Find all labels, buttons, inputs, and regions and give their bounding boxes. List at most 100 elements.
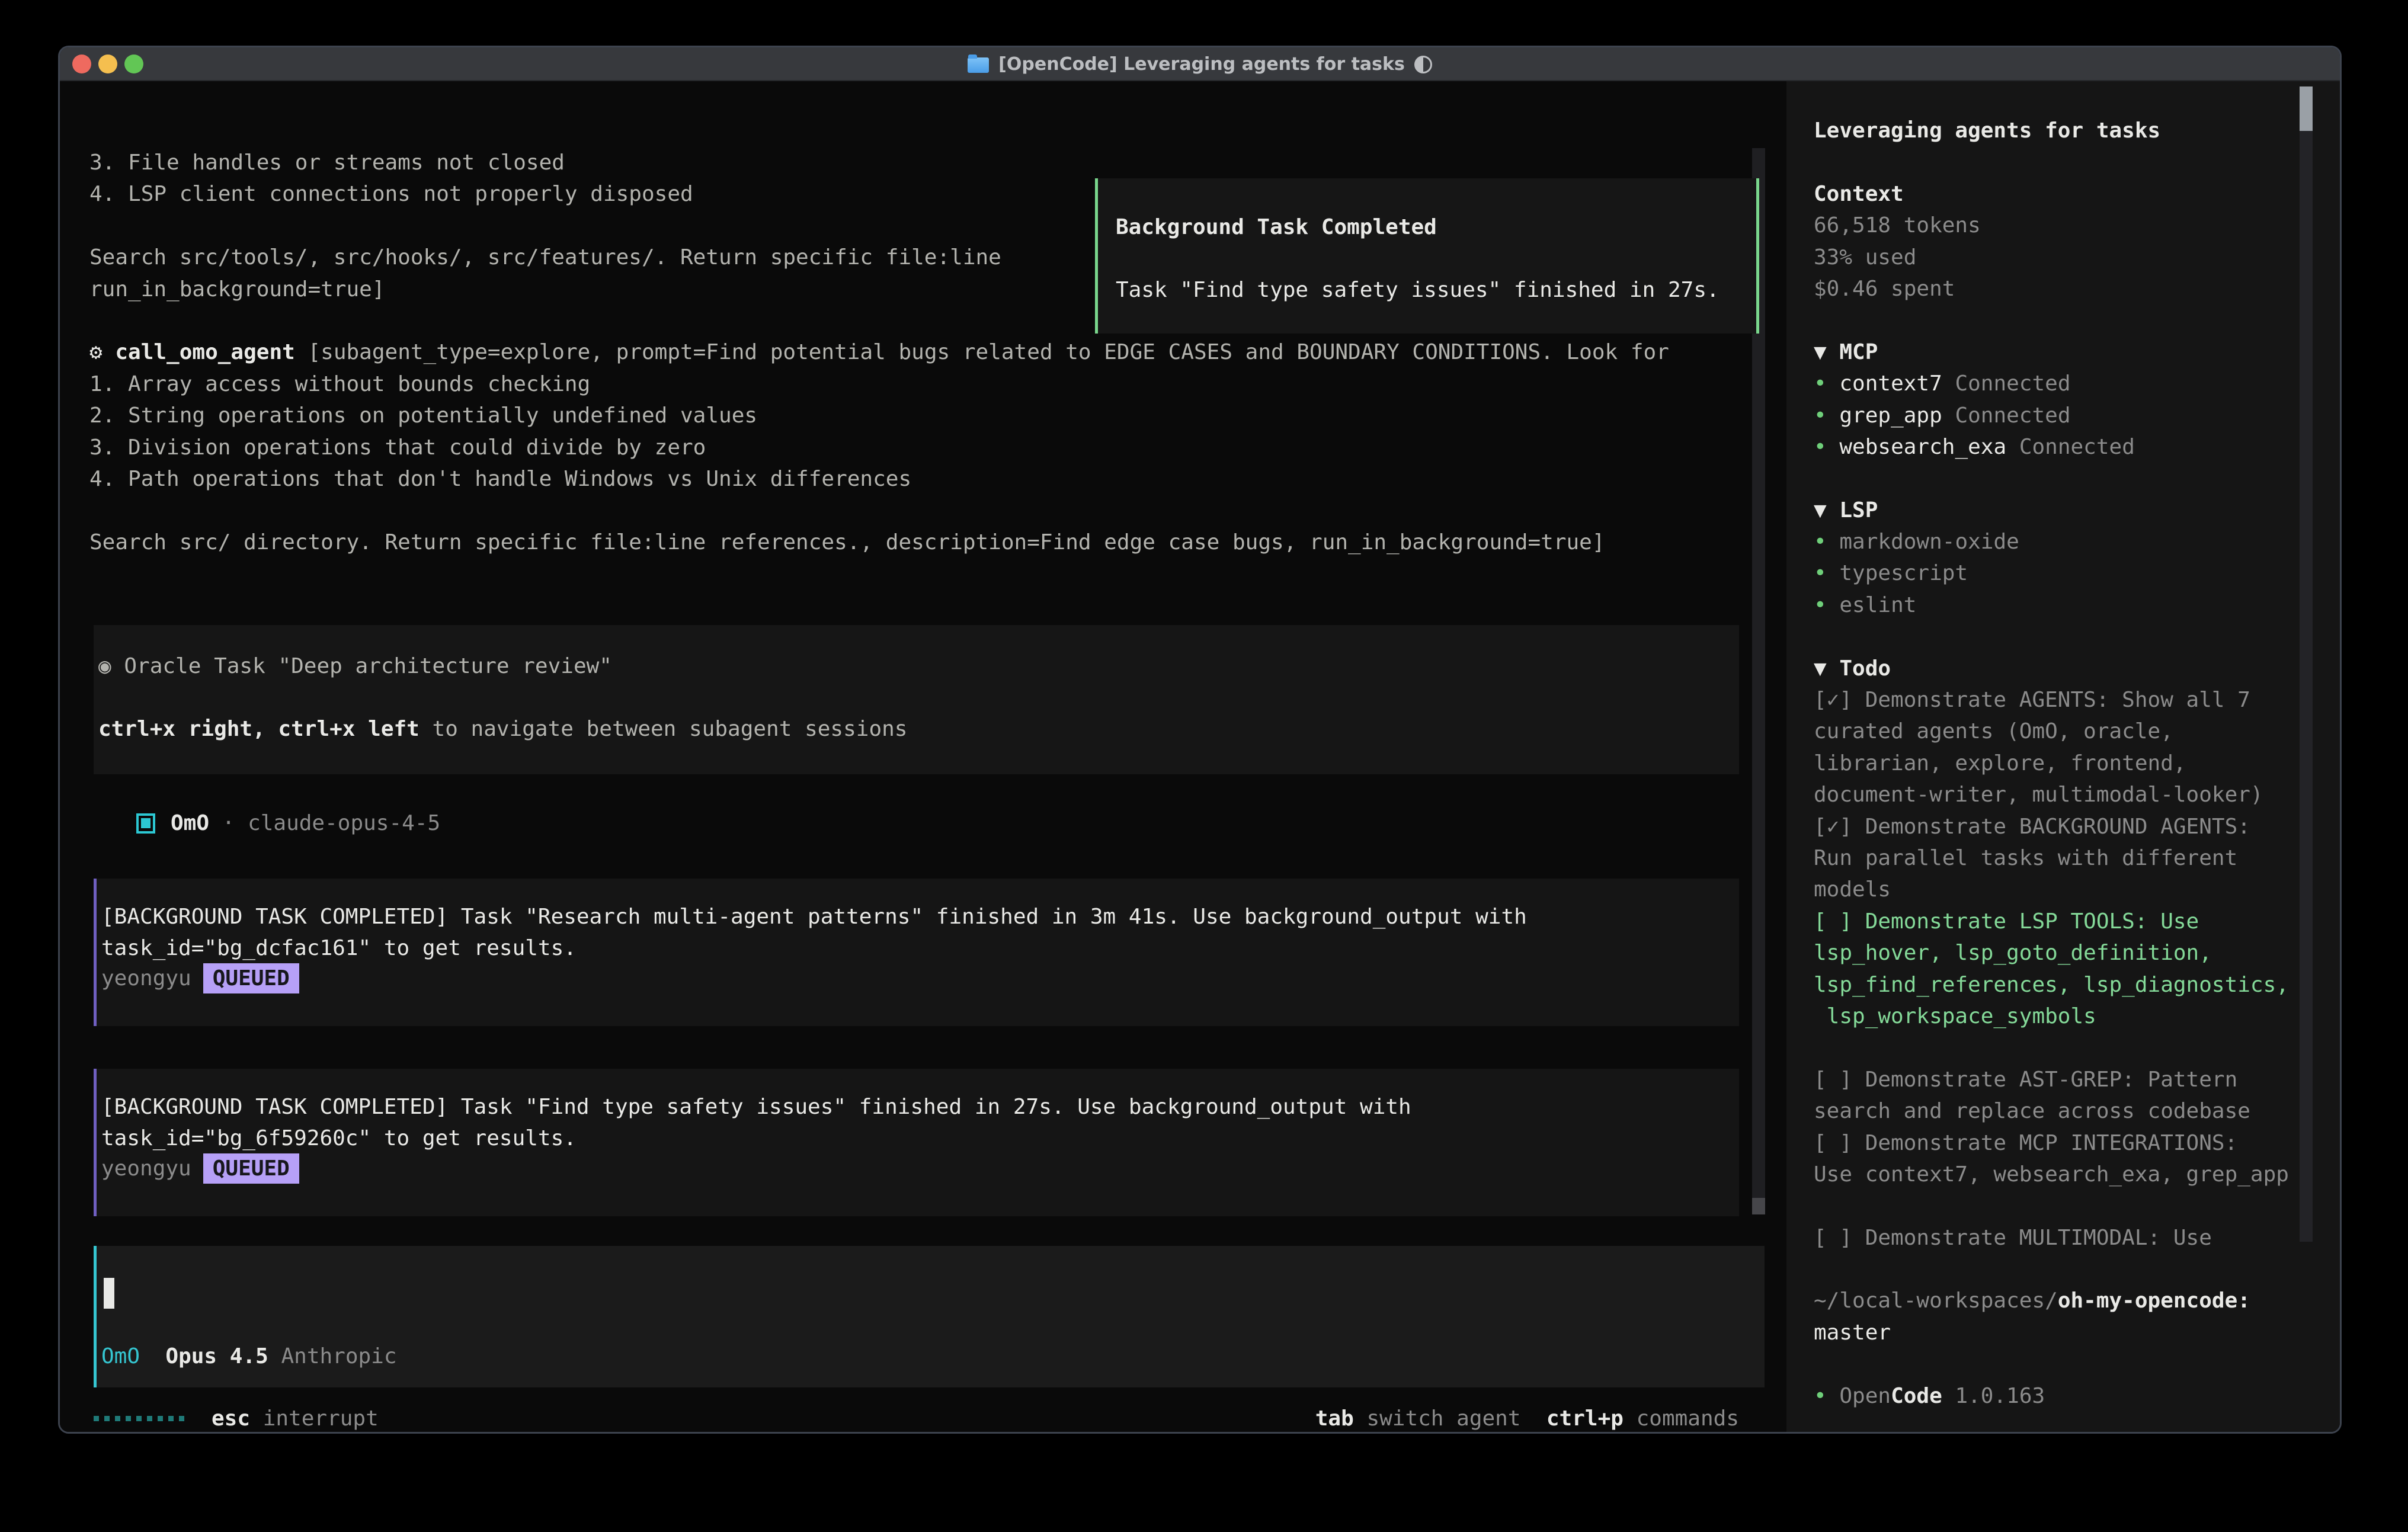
background-task-message: [BACKGROUND TASK COMPLETED] Task "Find t… [94, 1069, 1739, 1216]
sidebar-scrollbar-thumb[interactable] [2300, 86, 2313, 131]
model-selector[interactable]: OmO Opus 4.5 Anthropic [101, 1341, 397, 1372]
mcp-status: Connected [2006, 435, 2135, 459]
mcp-item: • grep_app Connected [1814, 400, 2289, 431]
message-meta: yeongyu QUEUED [101, 1153, 299, 1184]
todo-line: [✓] Demonstrate BACKGROUND AGENTS: [1814, 811, 2289, 842]
blank-line [1814, 463, 2289, 494]
todo-line: [✓] Demonstrate AGENTS: Show all 7 [1814, 684, 2289, 716]
context-heading: Context [1814, 178, 2289, 210]
record-icon: ◉ [98, 654, 111, 678]
todo-line: Run parallel tasks with different [1814, 842, 2289, 874]
oracle-task-box: ◉ Oracle Task "Deep architecture review"… [94, 625, 1739, 774]
todo-line-active: [ ] Demonstrate LSP TOOLS: Use [1814, 906, 2289, 937]
hint-text: to navigate between subagent sessions [420, 717, 908, 741]
input-model-name: Opus 4.5 [165, 1344, 268, 1368]
tool-call-line: ⚙ call_omo_agent [subagent_type=explore,… [89, 336, 1669, 368]
mcp-item: • websearch_exa Connected [1814, 431, 2289, 463]
status-right: tab switch agent ctrl+p commands [1315, 1403, 1739, 1434]
oracle-hint-line: ctrl+x right, ctrl+x left to navigate be… [98, 713, 907, 745]
session-activity-icon [1414, 56, 1432, 73]
scrollback-line: Search src/ directory. Return specific f… [89, 527, 1669, 558]
blank-line [1814, 1032, 2289, 1063]
notification-body: Task "Find type safety issues" finished … [1116, 274, 1719, 306]
message-line: task_id="bg_dcfac161" to get results. [101, 932, 577, 964]
lsp-item: • eslint [1814, 589, 2289, 621]
todo-line: librarian, explore, frontend, [1814, 748, 2289, 779]
mcp-section-header[interactable]: ▼ MCP [1814, 336, 2289, 368]
keyboard-hints: tab switch agent ctrl+p commands [1315, 1406, 1739, 1431]
todo-line-active: lsp_find_references, lsp_diagnostics, [1814, 969, 2289, 1001]
scrollback-line: 3. Division operations that could divide… [89, 432, 1669, 463]
todo-line: [ ] Demonstrate MCP INTEGRATIONS: [1814, 1127, 2289, 1159]
bullet-icon: • [1814, 435, 1827, 459]
folder-icon [968, 57, 989, 73]
notification-title: Background Task Completed [1116, 211, 1437, 243]
status-badge: QUEUED [203, 963, 299, 993]
status-badge: QUEUED [203, 1153, 299, 1184]
todo-section-header[interactable]: ▼ Todo [1814, 653, 2289, 684]
background-task-message: [BACKGROUND TASK COMPLETED] Task "Resear… [94, 879, 1739, 1026]
todo-line: curated agents (OmO, oracle, [1814, 716, 2289, 747]
workspace-dir: ~/local-workspaces/ [1814, 1289, 2058, 1313]
session-title: Leveraging agents for tasks [1814, 115, 2289, 146]
agent-name: OmO [171, 811, 209, 835]
app-name-dim: Open [1839, 1384, 1891, 1408]
background-task-notification: Background Task Completed Task "Find typ… [1095, 178, 1759, 334]
mcp-status: Connected [1942, 371, 2071, 396]
todo-line: search and replace across codebase [1814, 1095, 2289, 1127]
author-name: yeongyu [101, 966, 191, 991]
todo-line: [ ] Demonstrate MULTIMODAL: Use [1814, 1222, 2289, 1254]
status-left: esc interrupt [94, 1403, 379, 1434]
git-branch: master [1814, 1317, 2289, 1348]
separator-dot: · [209, 811, 248, 835]
context-used: 33% used [1814, 242, 2289, 273]
sidebar-scrollbar[interactable] [2300, 86, 2313, 1242]
bullet-icon: • [1814, 561, 1827, 585]
agent-model: claude-opus-4-5 [248, 811, 440, 835]
prompt-input[interactable]: OmO Opus 4.5 Anthropic [94, 1246, 1765, 1387]
blank-line [1814, 146, 2289, 178]
esc-key: esc [212, 1406, 250, 1431]
todo-line: models [1814, 874, 2289, 905]
bullet-icon: • [1814, 530, 1827, 554]
activity-dots-icon [94, 1416, 184, 1421]
blank-line [1814, 1254, 2289, 1285]
window-title-wrap: [OpenCode] Leveraging agents for tasks [60, 47, 2340, 81]
author-name: yeongyu [101, 1156, 191, 1181]
title-bar: [OpenCode] Leveraging agents for tasks [60, 47, 2340, 81]
tool-call-args: [subagent_type=explore, prompt=Find pote… [295, 340, 1669, 364]
agent-header-text: OmO · claude-opus-4-5 [171, 807, 440, 839]
app-window: [OpenCode] Leveraging agents for tasks 3… [58, 46, 2342, 1434]
scrollback-line: 1. Array access without bounds checking [89, 368, 1669, 400]
mcp-name: grep_app [1839, 403, 1942, 428]
mcp-heading: MCP [1839, 340, 1878, 364]
lsp-heading: LSP [1839, 498, 1878, 523]
mcp-status: Connected [1942, 403, 2071, 428]
mcp-name: websearch_exa [1839, 435, 2006, 459]
mcp-name: context7 [1839, 371, 1942, 396]
bullet-icon: • [1814, 371, 1827, 396]
blank-line [89, 495, 1669, 526]
tab-label: switch agent [1354, 1406, 1521, 1431]
blank-line [1814, 305, 2289, 336]
chevron-down-icon: ▼ [1814, 656, 1839, 681]
mcp-item: • context7 Connected [1814, 368, 2289, 399]
app-version-line: • OpenCode 1.0.163 [1814, 1380, 2289, 1412]
lsp-name: markdown-oxide [1839, 530, 2019, 554]
bullet-icon: • [1814, 403, 1827, 428]
lsp-item: • typescript [1814, 557, 2289, 589]
scrollback-line: 2. String operations on potentially unde… [89, 400, 1669, 431]
ctrlp-key: ctrl+p [1521, 1406, 1624, 1431]
status-bar: esc interrupt tab switch agent ctrl+p co… [94, 1403, 1739, 1434]
input-provider: Anthropic [281, 1344, 396, 1368]
gear-icon: ⚙ [89, 340, 103, 364]
todo-line-active: lsp_hover, lsp_goto_definition, [1814, 937, 2289, 969]
lsp-section-header[interactable]: ▼ LSP [1814, 495, 2289, 526]
bullet-icon: • [1814, 593, 1827, 617]
chevron-down-icon: ▼ [1814, 498, 1839, 523]
message-line: [BACKGROUND TASK COMPLETED] Task "Find t… [101, 1091, 1411, 1123]
bullet-icon: • [1814, 1384, 1827, 1408]
blank-line [1814, 621, 2289, 652]
context-tokens: 66,518 tokens [1814, 210, 2289, 241]
main-scrollbar-thumb[interactable] [1752, 1198, 1765, 1214]
